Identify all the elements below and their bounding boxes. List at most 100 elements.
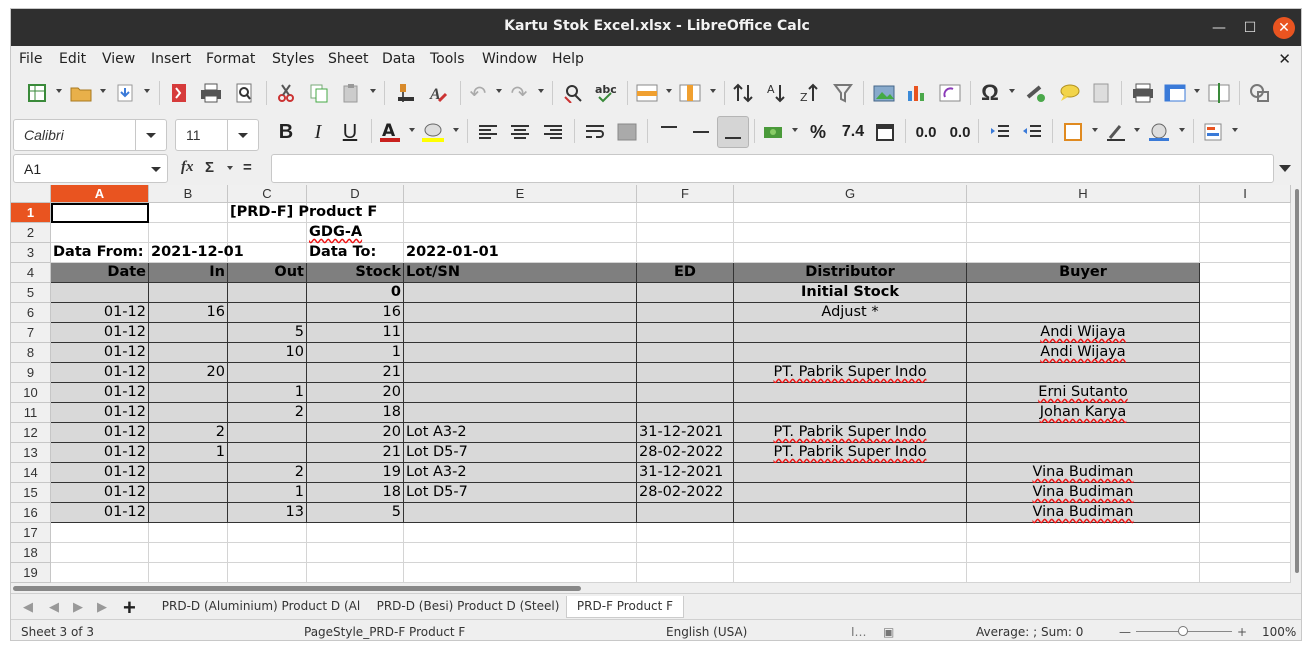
row-header-15[interactable]: 15	[11, 483, 51, 503]
table-cell[interactable]	[637, 343, 734, 363]
empty-cell[interactable]	[1200, 403, 1291, 423]
header-cell[interactable]: Buyer	[967, 263, 1200, 283]
add-sheet-icon[interactable]: +	[123, 595, 136, 621]
sheet-tab-prd-d-besi[interactable]: PRD-D (Besi) Product D (Steel)	[373, 596, 563, 618]
empty-cell[interactable]	[637, 563, 734, 583]
spelling-icon[interactable]: abc	[595, 81, 619, 105]
formula-input[interactable]	[271, 154, 1274, 183]
empty-cell[interactable]	[51, 563, 149, 583]
empty-cell[interactable]	[404, 563, 637, 583]
font-size-box[interactable]: 11	[175, 119, 259, 151]
table-cell[interactable]: 01-12	[51, 303, 149, 323]
insert-image-icon[interactable]	[872, 81, 896, 105]
number-format-icon[interactable]: 7.4	[838, 120, 868, 144]
product-title-cell[interactable]: [PRD-F] Product F	[228, 203, 404, 223]
next-sheet-icon[interactable]: ▶	[73, 599, 83, 615]
menu-file[interactable]: File	[19, 51, 42, 67]
column-header-e[interactable]: E	[404, 185, 637, 203]
empty-cell[interactable]	[734, 543, 967, 563]
center-vertically-icon[interactable]	[689, 120, 713, 144]
empty-cell[interactable]	[404, 543, 637, 563]
select-all-corner[interactable]	[11, 185, 51, 203]
header-cell[interactable]: Distributor	[734, 263, 967, 283]
border-style-icon[interactable]	[1104, 120, 1128, 144]
empty-cell[interactable]	[51, 523, 149, 543]
clone-formatting-icon[interactable]	[394, 81, 418, 105]
table-cell[interactable]: PT. Pabrik Super Indo	[734, 443, 967, 463]
table-cell[interactable]: 20	[149, 363, 228, 383]
empty-cell[interactable]	[967, 243, 1200, 263]
empty-cell[interactable]	[1200, 243, 1291, 263]
row-header-17[interactable]: 17	[11, 523, 51, 543]
empty-cell[interactable]	[637, 543, 734, 563]
wrap-text-icon[interactable]	[583, 120, 607, 144]
row-header-4[interactable]: 4	[11, 263, 51, 283]
table-cell[interactable]: 01-12	[51, 463, 149, 483]
table-cell[interactable]: PT. Pabrik Super Indo	[734, 363, 967, 383]
empty-cell[interactable]	[228, 523, 307, 543]
copy-icon[interactable]	[307, 81, 331, 105]
last-sheet-icon[interactable]: ▶	[97, 599, 107, 615]
border-color-icon[interactable]	[1147, 120, 1171, 144]
table-cell[interactable]	[149, 463, 228, 483]
empty-cell[interactable]	[1200, 323, 1291, 343]
first-sheet-icon[interactable]: ◀	[23, 599, 33, 615]
table-cell[interactable]: 5	[228, 323, 307, 343]
table-cell[interactable]	[404, 363, 637, 383]
column-header-c[interactable]: C	[228, 185, 307, 203]
minimize-button[interactable]: —	[1208, 17, 1230, 39]
increase-indent-icon[interactable]	[988, 120, 1012, 144]
align-right-icon[interactable]	[541, 120, 565, 144]
menu-window[interactable]: Window	[482, 51, 537, 67]
expand-formula-bar-icon[interactable]	[1279, 165, 1291, 172]
header-cell[interactable]: ED	[637, 263, 734, 283]
close-window-button[interactable]: ✕	[1273, 17, 1295, 39]
empty-cell[interactable]	[1200, 543, 1291, 563]
empty-cell[interactable]	[307, 563, 404, 583]
empty-cell[interactable]	[404, 223, 637, 243]
row-header-3[interactable]: 3	[11, 243, 51, 263]
insert-mode-icon[interactable]: I…	[851, 625, 867, 639]
show-draw-functions-icon[interactable]	[1248, 81, 1272, 105]
decrease-indent-icon[interactable]	[1020, 120, 1044, 144]
header-cell[interactable]: In	[149, 263, 228, 283]
empty-cell[interactable]	[734, 523, 967, 543]
table-cell[interactable]	[149, 283, 228, 303]
cut-icon[interactable]	[274, 81, 298, 105]
table-cell[interactable]: 01-12	[51, 423, 149, 443]
empty-cell[interactable]	[637, 223, 734, 243]
empty-cell[interactable]	[228, 223, 307, 243]
hyperlink-icon[interactable]	[1023, 81, 1047, 105]
table-cell[interactable]	[637, 363, 734, 383]
special-character-icon[interactable]: Ω	[978, 80, 1002, 105]
row-header-9[interactable]: 9	[11, 363, 51, 383]
table-cell[interactable]: 2	[149, 423, 228, 443]
insert-chart-icon[interactable]	[905, 81, 929, 105]
table-cell[interactable]	[228, 443, 307, 463]
table-cell[interactable]	[149, 483, 228, 503]
initial-stock-value[interactable]: 0	[307, 283, 404, 303]
empty-cell[interactable]	[734, 203, 967, 223]
table-cell[interactable]: 01-12	[51, 483, 149, 503]
table-cell[interactable]	[404, 303, 637, 323]
table-cell[interactable]	[637, 303, 734, 323]
empty-cell[interactable]	[734, 563, 967, 583]
table-cell[interactable]	[734, 483, 967, 503]
row-header-5[interactable]: 5	[11, 283, 51, 303]
print-icon[interactable]	[199, 81, 223, 105]
split-window-icon[interactable]	[1207, 81, 1231, 105]
row-header-1[interactable]: 1	[11, 203, 51, 223]
page-style[interactable]: PageStyle_PRD-F Product F	[304, 625, 465, 639]
table-cell[interactable]: 01-12	[51, 443, 149, 463]
find-replace-icon[interactable]	[562, 81, 586, 105]
define-print-area-icon[interactable]	[1131, 81, 1155, 105]
empty-cell[interactable]	[967, 543, 1200, 563]
table-cell[interactable]: 31-12-2021	[637, 463, 734, 483]
menu-styles[interactable]: Styles	[272, 51, 314, 67]
table-cell[interactable]	[967, 423, 1200, 443]
menu-edit[interactable]: Edit	[59, 51, 86, 67]
row-header-8[interactable]: 8	[11, 343, 51, 363]
table-cell[interactable]: 10	[228, 343, 307, 363]
empty-cell[interactable]	[1200, 363, 1291, 383]
table-cell[interactable]: 16	[307, 303, 404, 323]
